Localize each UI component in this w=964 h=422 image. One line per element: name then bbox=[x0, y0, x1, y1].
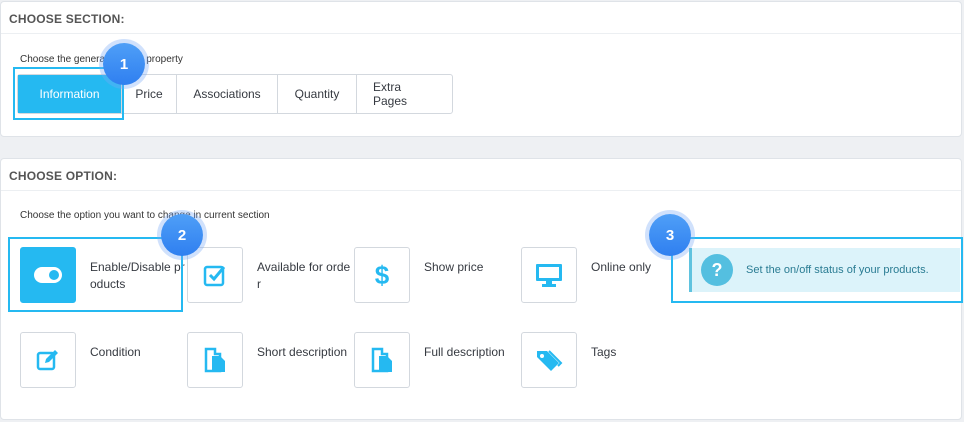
step-badge-3: 3 bbox=[649, 214, 691, 256]
option-full-description[interactable]: Full description bbox=[354, 332, 514, 390]
tab-associations[interactable]: Associations bbox=[177, 75, 278, 113]
tags-icon bbox=[521, 332, 577, 388]
info-alert: ? Set the on/off status of your products… bbox=[689, 248, 960, 292]
document-icon bbox=[187, 332, 243, 388]
monitor-icon bbox=[521, 247, 577, 303]
option-label: Available for order bbox=[257, 260, 351, 291]
section-title: CHOOSE SECTION: bbox=[1, 2, 961, 34]
option-hint: Choose the option you want to change in … bbox=[20, 210, 270, 221]
option-label: Online only bbox=[591, 260, 652, 274]
option-label: Enable/Disable products bbox=[90, 260, 185, 291]
option-label: Tags bbox=[591, 345, 617, 359]
tab-information[interactable]: Information bbox=[18, 75, 122, 113]
tab-quantity[interactable]: Quantity bbox=[278, 75, 357, 113]
tab-extra-pages[interactable]: Extra Pages bbox=[357, 75, 452, 113]
option-title: CHOOSE OPTION: bbox=[1, 159, 961, 191]
section-tabs: Information Price Associations Quantity … bbox=[17, 74, 453, 114]
document-icon bbox=[354, 332, 410, 388]
option-enable-disable[interactable]: Enable/Disable products bbox=[20, 247, 185, 305]
option-label: Condition bbox=[90, 345, 141, 359]
edit-icon bbox=[20, 332, 76, 388]
option-available-for-order[interactable]: Available for order bbox=[187, 247, 350, 305]
toggle-icon bbox=[20, 247, 76, 303]
option-online-only[interactable]: Online only bbox=[521, 247, 681, 305]
question-icon: ? bbox=[701, 254, 733, 286]
checkbox-icon bbox=[187, 247, 243, 303]
option-show-price[interactable]: $ Show price bbox=[354, 247, 514, 305]
option-short-description[interactable]: Short description bbox=[187, 332, 347, 390]
dollar-icon: $ bbox=[354, 247, 410, 303]
section-hint: Choose the general product property bbox=[20, 54, 183, 65]
option-label: Full description bbox=[424, 345, 505, 359]
step-badge-1: 1 bbox=[103, 43, 145, 85]
option-label: Short description bbox=[257, 345, 348, 359]
info-text: Set the on/off status of your products. bbox=[746, 264, 929, 276]
option-label: Show price bbox=[424, 260, 484, 274]
option-tags[interactable]: Tags bbox=[521, 332, 681, 390]
step-badge-2: 2 bbox=[161, 214, 203, 256]
option-condition[interactable]: Condition bbox=[20, 332, 180, 390]
